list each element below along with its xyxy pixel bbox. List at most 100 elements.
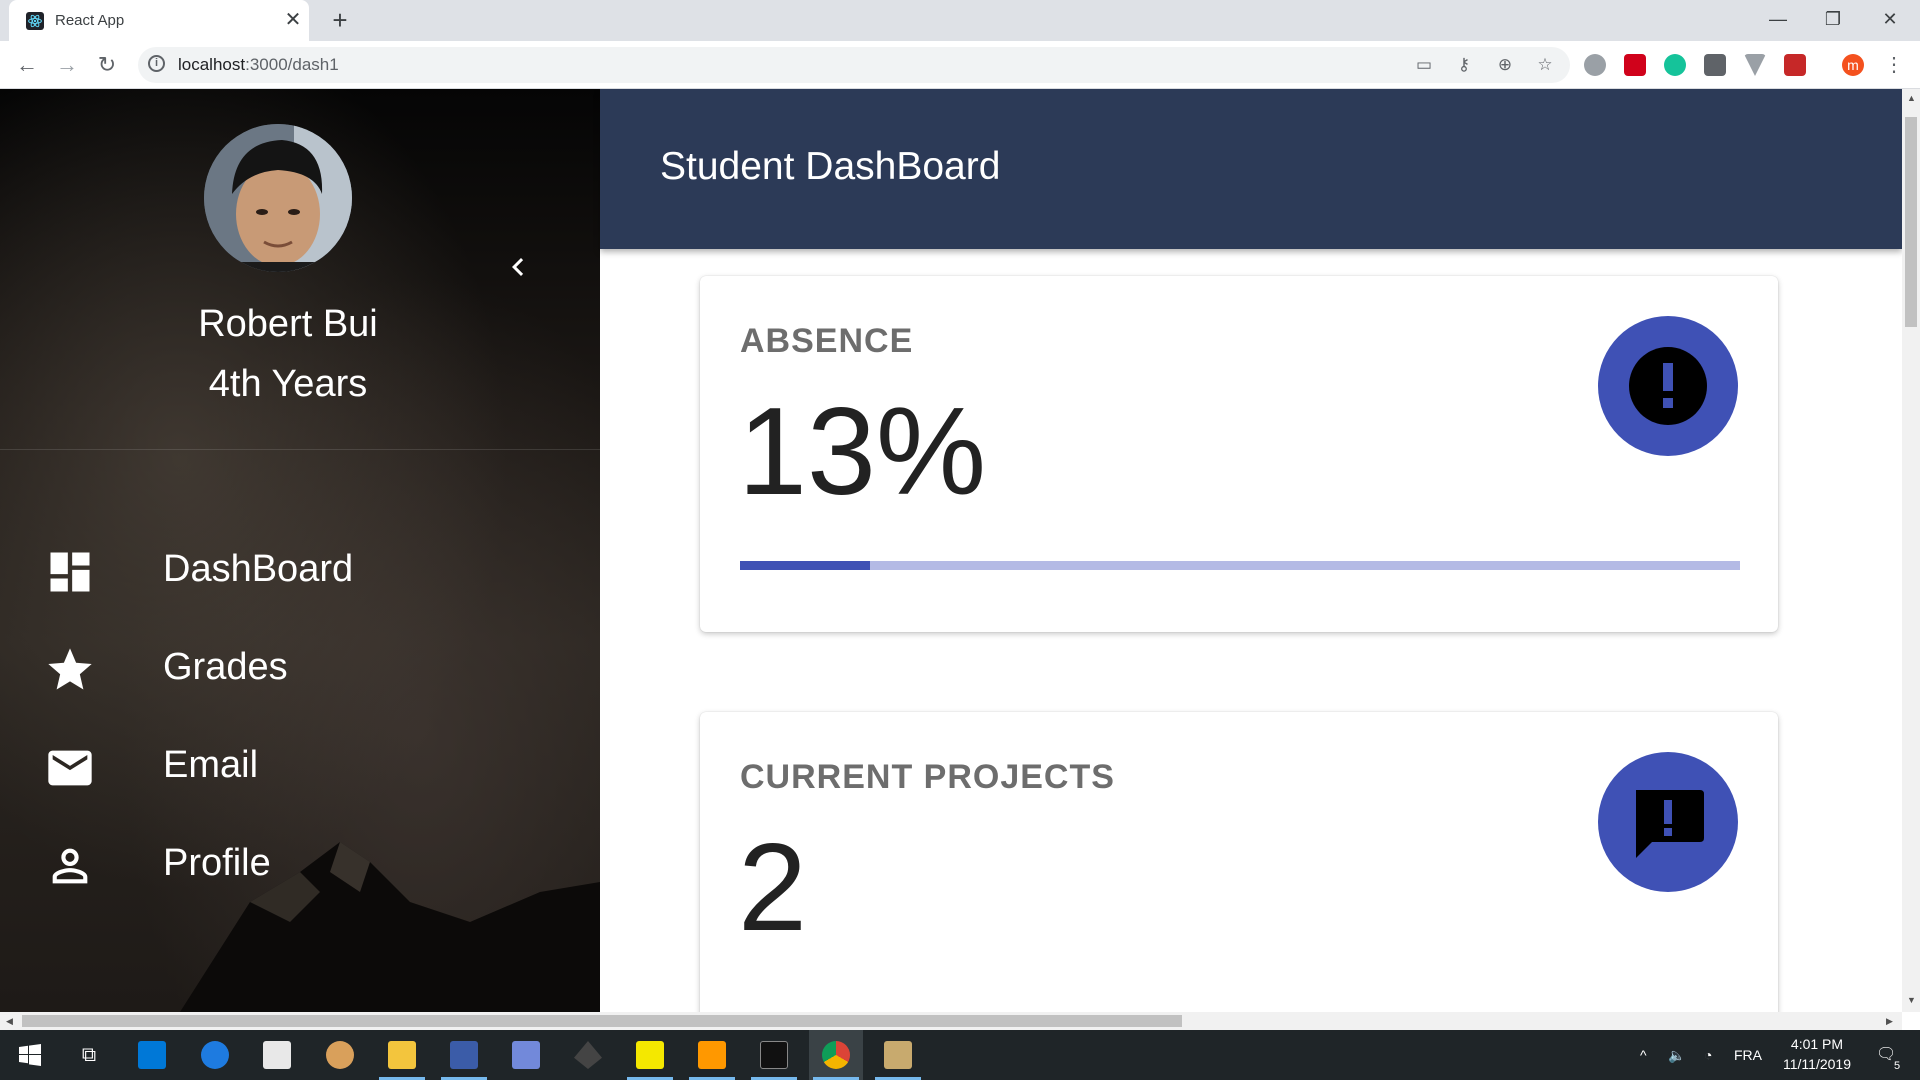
minimize-button[interactable]: — (1758, 4, 1798, 34)
terminal-app[interactable] (747, 1030, 801, 1080)
editor-icon (450, 1041, 478, 1069)
inkscape-app[interactable] (561, 1030, 615, 1080)
bookmark-star-icon[interactable]: ☆ (1533, 53, 1557, 77)
scroll-left-icon[interactable]: ◀ (6, 1016, 13, 1027)
address-bar[interactable] (138, 47, 1570, 83)
star-icon (48, 648, 92, 690)
volume-icon[interactable]: 🔈 (1668, 1030, 1685, 1080)
new-tab-button[interactable]: + (326, 6, 354, 34)
windows-taskbar: ⧉ ^ 🔈 ◔ FRA 4:01 PM 11/11/2019 🗨 5 (0, 1030, 1920, 1080)
task-view-button[interactable]: ⧉ (62, 1030, 116, 1080)
absence-progress-bar (740, 561, 1740, 570)
sidebar-divider (0, 449, 600, 450)
sticky-notes-app[interactable] (623, 1030, 677, 1080)
collapse-sidebar-button[interactable] (500, 249, 536, 285)
card-value: 2 (738, 819, 807, 957)
sidebar-item-label: Grades (163, 646, 288, 688)
vue-devtools-icon[interactable] (1744, 54, 1766, 76)
url-text[interactable]: localhost:3000/dash1 (178, 55, 339, 75)
scroll-down-icon[interactable]: ▼ (1907, 995, 1916, 1005)
browser-tab[interactable]: React App ✕ (9, 0, 309, 41)
error-icon (1629, 347, 1707, 425)
profile-avatar[interactable]: m (1842, 54, 1864, 76)
page-title: Student DashBoard (660, 145, 1001, 188)
absence-card: ABSENCE 13% (700, 276, 1778, 632)
scroll-up-icon[interactable]: ▲ (1907, 93, 1916, 103)
back-button[interactable]: ← (13, 51, 41, 79)
sidebar-item-dashboard[interactable]: DashBoard (0, 526, 600, 616)
user-name: Robert Bui (198, 303, 378, 345)
scroll-right-icon[interactable]: ▶ (1886, 1016, 1893, 1027)
vertical-scroll-thumb[interactable] (1905, 117, 1917, 327)
card-label: ABSENCE (740, 322, 914, 360)
clock[interactable]: 4:01 PM 11/11/2019 (1764, 1034, 1870, 1074)
notification-count: 5 (1894, 1060, 1901, 1072)
file-explorer-app[interactable] (375, 1030, 429, 1080)
inkscape-icon (574, 1041, 602, 1069)
store-icon (138, 1041, 166, 1069)
sidebar-item-label: Profile (163, 842, 271, 884)
paint-app[interactable] (313, 1030, 367, 1080)
sublime-icon (698, 1041, 726, 1069)
avatar (204, 124, 352, 272)
windows-logo-icon (19, 1044, 41, 1066)
browser-toolbar: ← → ↻ i localhost:3000/dash1 ▭ ⚷ ⊕ ☆ m ⋮ (0, 41, 1920, 89)
sublime-text-app[interactable] (685, 1030, 739, 1080)
card-badge (1598, 316, 1738, 456)
discord-app[interactable] (499, 1030, 553, 1080)
progress-fill (740, 561, 870, 570)
extension-gray-icon[interactable] (1584, 54, 1606, 76)
sidebar-item-email[interactable]: Email (0, 722, 600, 812)
discord-icon (512, 1041, 540, 1069)
tab-close-icon[interactable]: ✕ (283, 9, 303, 31)
sidebar-item-grades[interactable]: Grades (0, 624, 600, 714)
sidebar-item-label: Email (163, 744, 259, 786)
forward-button[interactable]: → (53, 51, 81, 79)
current-projects-card: CURRENT PROJECTS 2 (700, 712, 1778, 1012)
language-indicator[interactable]: FRA (1734, 1030, 1762, 1080)
chrome-icon (822, 1041, 850, 1069)
vertical-scrollbar[interactable]: ▲ ▼ (1902, 89, 1920, 1012)
horizontal-scroll-thumb[interactable] (22, 1015, 1182, 1027)
cast-icon[interactable]: ▭ (1412, 53, 1436, 77)
clock-time: 4:01 PM (1790, 1036, 1844, 1052)
edge-app[interactable] (188, 1030, 242, 1080)
terminal-icon (760, 1041, 788, 1069)
league-app[interactable] (871, 1030, 925, 1080)
mail-app[interactable] (250, 1030, 304, 1080)
sidebar-item-label: DashBoard (163, 548, 354, 590)
tab-title: React App (55, 12, 125, 29)
horizontal-scrollbar[interactable]: ◀ ▶ (0, 1012, 1902, 1030)
notifications-icon[interactable]: 🗨 (1876, 1030, 1896, 1080)
browser-tab-bar: React App ✕ + — ❐ ✕ (0, 0, 1920, 41)
sidebar-item-profile[interactable]: Profile (0, 820, 600, 910)
menu-kebab-icon[interactable]: ⋮ (1882, 53, 1906, 77)
clock-date: 11/11/2019 (1783, 1056, 1851, 1072)
user-year: 4th Years (208, 363, 368, 405)
tray-chevron-icon[interactable]: ^ (1640, 1030, 1647, 1080)
person-icon (52, 848, 88, 884)
page-viewport: Robert Bui 4th Years DashBoard Grades Em… (0, 89, 1902, 1012)
restore-button[interactable]: ❐ (1813, 4, 1853, 34)
feedback-icon (1636, 790, 1704, 858)
wifi-icon[interactable]: ◔ (1704, 1030, 1712, 1080)
paint-icon (326, 1041, 354, 1069)
chevron-left-icon (512, 258, 524, 276)
zoom-icon[interactable]: ⊕ (1493, 53, 1517, 77)
extension-screen-icon[interactable] (1704, 54, 1726, 76)
chrome-app[interactable] (809, 1030, 863, 1080)
key-icon[interactable]: ⚷ (1452, 53, 1476, 77)
edge-icon (201, 1041, 229, 1069)
store-app[interactable] (125, 1030, 179, 1080)
extension-red-icon[interactable] (1624, 54, 1646, 76)
site-info-icon[interactable]: i (148, 55, 165, 72)
card-value: 13% (738, 383, 987, 521)
grammarly-icon[interactable] (1664, 54, 1686, 76)
reload-button[interactable]: ↻ (93, 51, 121, 79)
close-window-button[interactable]: ✕ (1870, 4, 1910, 34)
editor-app[interactable] (437, 1030, 491, 1080)
react-favicon-icon (26, 12, 44, 30)
mail-icon (263, 1041, 291, 1069)
start-button[interactable] (3, 1030, 57, 1080)
extension-puzzle-icon[interactable] (1784, 54, 1806, 76)
